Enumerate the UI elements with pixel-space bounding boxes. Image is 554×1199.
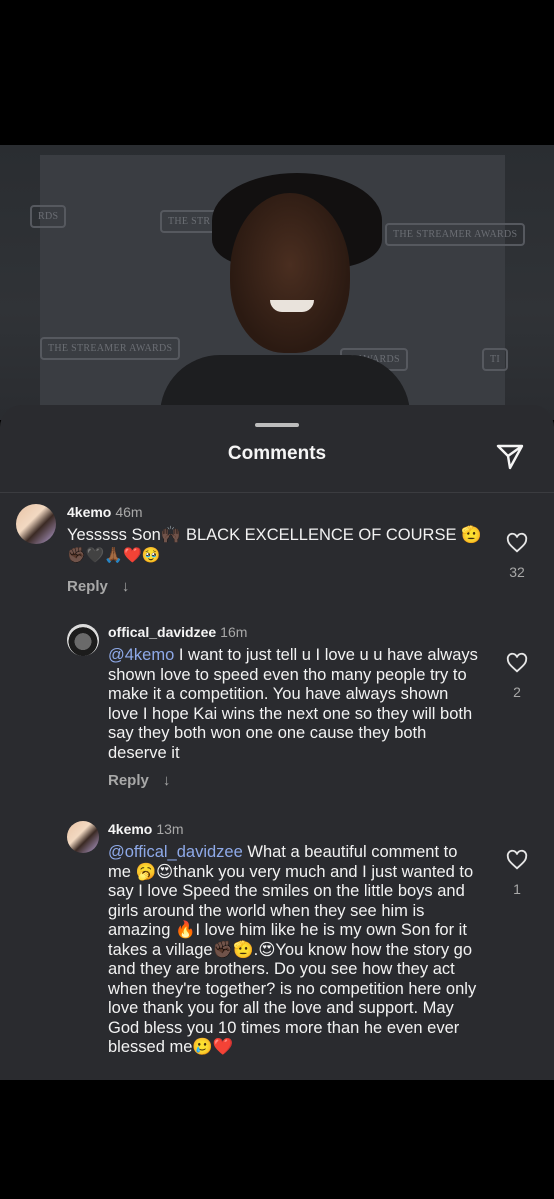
comment-body: What a beautiful comment to me 🥱😍thank y… [108, 843, 477, 1056]
comment-text: @4kemo I want to just tell u I love u u … [108, 646, 483, 763]
comment-meta: offical_davidzee 16m [108, 624, 247, 640]
send-icon[interactable] [494, 440, 526, 472]
comment-time: 13m [156, 821, 184, 837]
comment-username[interactable]: offical_davidzee [108, 624, 216, 640]
comments-sheet: Comments 4kemo 46m Yesssss Son🙌🏿 BLACK EX… [0, 405, 554, 1080]
reply-button[interactable]: Reply ↓ [67, 578, 129, 595]
avatar[interactable] [16, 504, 56, 544]
comment-text-line: ✊🏿🖤🙏🏾❤️🥹 [67, 546, 161, 564]
person-smile [270, 300, 314, 312]
comment-text: @offical_davidzee What a beautiful comme… [108, 843, 483, 1058]
backdrop-logo: THE STREAMER AWARDS [385, 223, 526, 246]
comment-mention[interactable]: @4kemo [108, 646, 174, 664]
reply-label: Reply [108, 772, 149, 789]
comment-meta: 4kemo 13m [108, 821, 184, 837]
comment-meta: 4kemo 46m [67, 504, 143, 520]
backdrop-logo: THE STR [160, 210, 219, 233]
comment-time: 46m [115, 504, 143, 520]
person-face [230, 193, 350, 353]
comment-text: Yesssss Son🙌🏿 BLACK EXCELLENCE OF COURSE… [67, 526, 487, 565]
comment-text-line: Yesssss Son🙌🏿 BLACK EXCELLENCE OF COURSE… [67, 526, 482, 544]
avatar[interactable] [67, 821, 99, 853]
sheet-grabber[interactable] [255, 423, 299, 427]
heart-icon[interactable] [506, 652, 528, 674]
comment-username[interactable]: 4kemo [67, 504, 111, 520]
post-photo: RDS THE STR THE STREAMER AWARDS THE STRE… [0, 145, 554, 420]
bottom-black-bar [0, 1080, 554, 1199]
heart-icon[interactable] [506, 849, 528, 871]
backdrop-logo: TI [482, 348, 509, 371]
sheet-title: Comments [227, 443, 327, 464]
avatar[interactable] [67, 624, 99, 656]
arrow-down-icon: ↓ [162, 772, 171, 789]
comment-time: 16m [220, 624, 248, 640]
backdrop-logo: RDS [30, 205, 67, 228]
like-count: 2 [513, 684, 521, 700]
comment-mention[interactable]: @offical_davidzee [108, 843, 243, 861]
sheet-divider [0, 492, 554, 493]
arrow-down-icon: ↓ [121, 578, 130, 595]
like-count: 32 [509, 564, 525, 580]
reply-button[interactable]: Reply ↓ [108, 772, 170, 789]
top-black-bar [0, 0, 554, 145]
reply-label: Reply [67, 578, 108, 595]
like-count: 1 [513, 881, 521, 897]
backdrop-logo: THE STREAMER AWARDS [40, 337, 181, 360]
comment-username[interactable]: 4kemo [108, 821, 152, 837]
heart-icon[interactable] [506, 532, 528, 554]
